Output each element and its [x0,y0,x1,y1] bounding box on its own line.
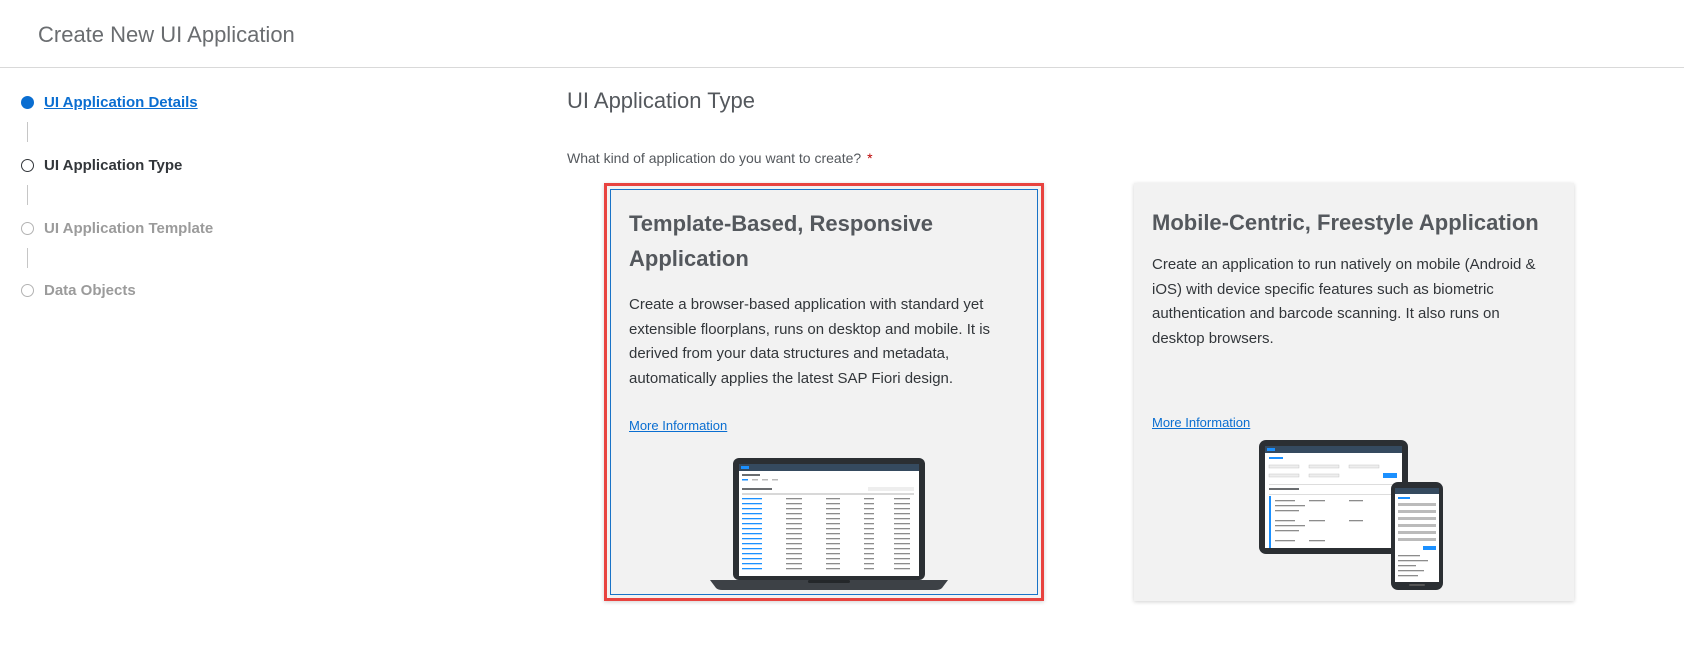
template-based-app-card[interactable]: Template-Based, Responsive Application C… [604,183,1044,601]
section-title: UI Application Type [567,88,755,113]
page: Create New UI Application UI Application… [0,0,1684,665]
step-connector [27,185,28,205]
step-label: UI Application Template [44,219,214,237]
card-title: Mobile-Centric, Freestyle Application [1152,210,1539,235]
question-label: What kind of application do you want to … [567,150,862,166]
more-information-link[interactable]: More Information [1152,415,1250,430]
required-marker: * [867,150,873,166]
step-current-dot-icon [21,158,34,172]
tablet-phone-icon [1259,440,1443,590]
application-type-question: What kind of application do you want to … [567,150,873,166]
step-label: Data Objects [44,281,136,299]
step-ui-application-details[interactable]: UI Application Details [21,90,198,114]
step-connector [27,248,28,268]
laptop-icon [710,458,948,590]
step-connector [27,122,28,142]
step-completed-dot-icon [21,95,34,109]
mobile-centric-app-card[interactable]: Mobile-Centric, Freestyle Application Cr… [1134,183,1574,601]
more-information-link[interactable]: More Information [629,418,727,433]
card-description: Create an application to run natively on… [1152,256,1536,347]
step-ui-application-type[interactable]: UI Application Type [21,153,182,177]
step-label: UI Application Type [44,156,183,174]
step-ui-application-template: UI Application Template [21,216,213,240]
card-title: Template-Based, Responsive Application [629,211,934,271]
page-title: Create New UI Application [38,22,295,47]
card-description: Create a browser-based application with … [629,296,991,387]
step-disabled-dot-icon [21,221,34,235]
step-label[interactable]: UI Application Details [44,94,198,111]
step-data-objects: Data Objects [21,278,136,302]
page-header: Create New UI Application [0,0,1684,68]
step-disabled-dot-icon [21,283,34,297]
